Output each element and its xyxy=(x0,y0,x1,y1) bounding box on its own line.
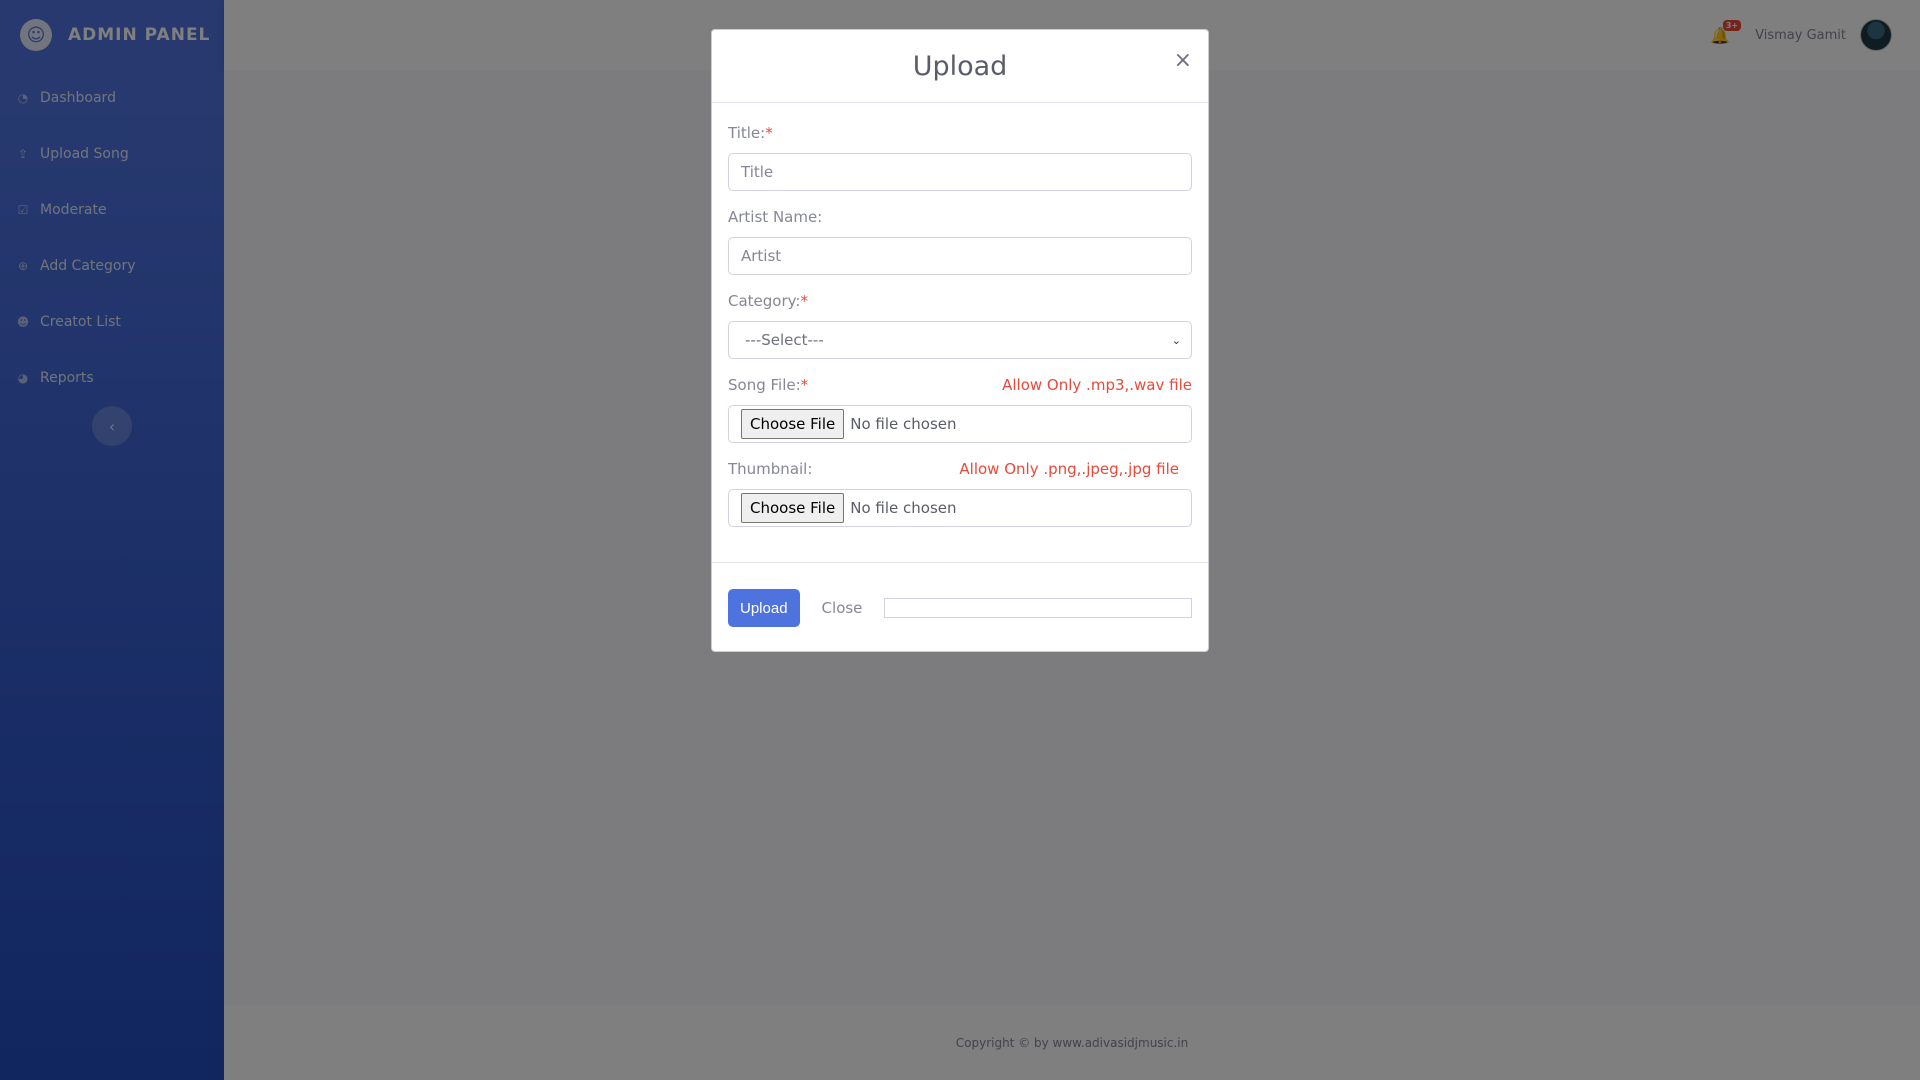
file-status: No file chosen xyxy=(850,415,957,433)
artist-group: Artist Name: xyxy=(728,207,1192,275)
artist-label: Artist Name: xyxy=(728,208,823,226)
song-file-group: Song File:* Allow Only .mp3,.wav file Ch… xyxy=(728,375,1192,443)
category-group: Category:* ---Select--- ⌄ xyxy=(728,291,1192,359)
choose-file-button[interactable]: Choose File xyxy=(741,493,845,523)
file-status: No file chosen xyxy=(850,499,957,517)
modal-title: Upload xyxy=(912,50,1008,82)
artist-label-row: Artist Name: xyxy=(728,207,1192,227)
modal-footer: Upload Close xyxy=(712,563,1208,653)
category-label-row: Category:* xyxy=(728,291,1192,311)
required-mark: * xyxy=(800,376,809,394)
category-select[interactable]: ---Select--- ⌄ xyxy=(728,321,1192,359)
upload-button[interactable]: Upload xyxy=(728,589,800,627)
title-group: Title:* xyxy=(728,123,1192,191)
thumbnail-hint: Allow Only .png,.jpeg,.jpg file xyxy=(959,460,1179,478)
category-selected-value: ---Select--- xyxy=(745,331,824,349)
chevron-down-icon: ⌄ xyxy=(1171,333,1181,347)
title-label: Title:* xyxy=(728,124,773,142)
title-input[interactable] xyxy=(728,153,1192,191)
thumbnail-label-row: Thumbnail: Allow Only .png,.jpeg,.jpg fi… xyxy=(728,459,1192,479)
thumbnail-label: Thumbnail: xyxy=(728,460,813,478)
close-button[interactable]: Close xyxy=(818,599,867,617)
upload-progress-bar xyxy=(884,598,1192,618)
upload-modal: Upload × Title:* Artist Name: Category:*… xyxy=(711,29,1209,652)
close-icon[interactable]: × xyxy=(1174,48,1192,73)
modal-header: Upload × xyxy=(712,30,1208,103)
song-file-hint: Allow Only .mp3,.wav file xyxy=(1002,376,1192,394)
artist-input[interactable] xyxy=(728,237,1192,275)
song-label-row: Song File:* Allow Only .mp3,.wav file xyxy=(728,375,1192,395)
choose-file-button[interactable]: Choose File xyxy=(741,409,845,439)
thumbnail-group: Thumbnail: Allow Only .png,.jpeg,.jpg fi… xyxy=(728,459,1192,527)
thumbnail-file-input[interactable]: Choose File No file chosen xyxy=(728,489,1192,527)
modal-body: Title:* Artist Name: Category:* ---Selec… xyxy=(712,103,1208,563)
title-label-row: Title:* xyxy=(728,123,1192,143)
required-mark: * xyxy=(765,124,773,142)
song-file-label: Song File:* xyxy=(728,376,809,394)
required-mark: * xyxy=(800,292,808,310)
song-file-input[interactable]: Choose File No file chosen xyxy=(728,405,1192,443)
category-label: Category:* xyxy=(728,292,808,310)
